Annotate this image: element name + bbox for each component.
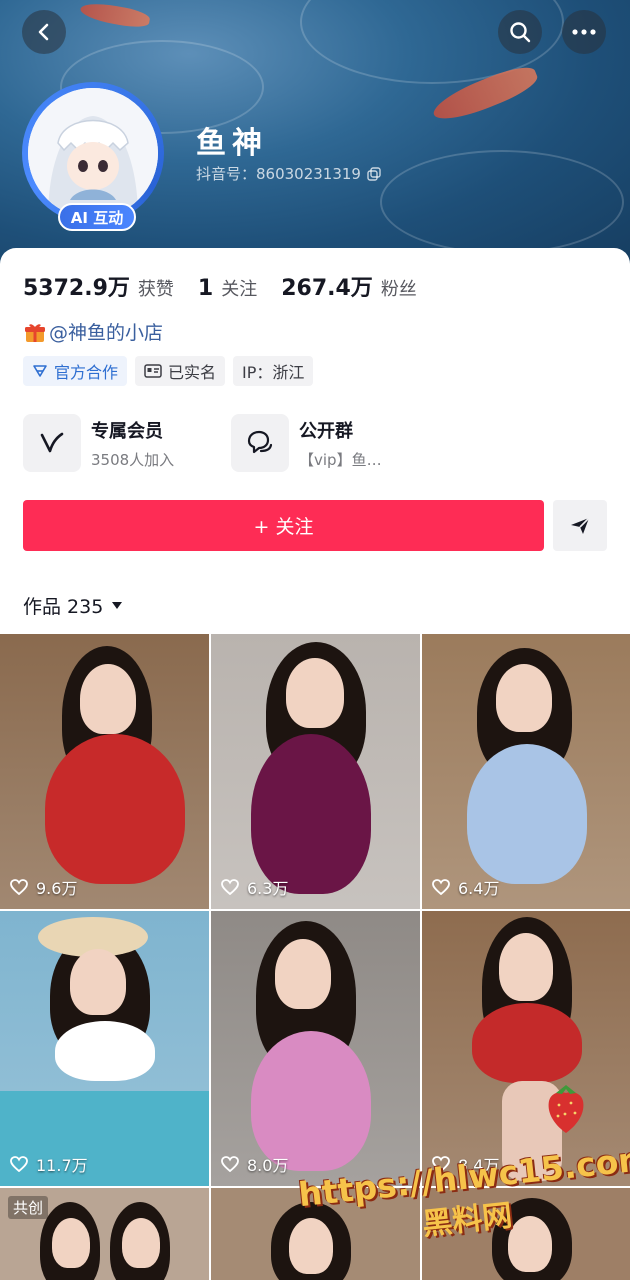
tag-verified-name[interactable]: 已实名 xyxy=(135,356,226,386)
followers-label[interactable]: 粉丝 xyxy=(381,275,417,301)
douyin-id[interactable]: 抖音号：86030231319 xyxy=(196,163,381,184)
id-card-icon xyxy=(144,364,162,378)
membership-title: 专属会员 xyxy=(91,420,163,442)
vip-v-icon xyxy=(40,432,64,453)
search-button[interactable] xyxy=(498,10,542,54)
video-likes: 9.6万 xyxy=(10,875,77,899)
video-likes: 11.7万 xyxy=(10,1152,88,1176)
caret-down-icon xyxy=(112,602,123,609)
video-likes-count: 8.0万 xyxy=(247,1156,289,1175)
video-tile[interactable]: 6.4万 xyxy=(422,634,630,909)
tag-ip-location: IP：浙江 xyxy=(233,356,314,386)
partner-icon xyxy=(33,365,47,377)
video-likes-count: 6.4万 xyxy=(458,879,500,898)
group-chat-subtitle: 【vip】鱼… xyxy=(299,450,382,469)
water-ripple xyxy=(380,150,624,254)
heart-icon xyxy=(221,879,239,895)
profile-tags: 官方合作 已实名 IP：浙江 xyxy=(23,356,314,386)
membership-card[interactable]: 专属会员 3508人加入 xyxy=(23,414,174,472)
following-count[interactable]: 1 xyxy=(198,276,213,301)
video-tile[interactable]: 9.6万 xyxy=(0,634,209,909)
gift-icon xyxy=(25,323,45,342)
video-tile[interactable]: 共创 xyxy=(0,1188,209,1280)
heart-icon xyxy=(10,879,28,895)
works-tab[interactable]: 作品 235 xyxy=(23,592,123,619)
koi-fish xyxy=(78,0,152,30)
tag-label: 已实名 xyxy=(168,363,217,382)
profile-name: 鱼神 xyxy=(196,126,268,161)
followers-count[interactable]: 267.4万 xyxy=(281,270,373,302)
search-icon xyxy=(510,22,531,43)
more-dots-icon xyxy=(572,29,596,35)
membership-subtitle: 3508人加入 xyxy=(91,450,175,469)
video-likes-count: 11.7万 xyxy=(36,1156,88,1175)
heart-icon xyxy=(221,1156,239,1172)
more-button[interactable] xyxy=(562,10,606,54)
copy-icon[interactable] xyxy=(367,166,381,181)
tag-label: IP：浙江 xyxy=(242,363,305,382)
following-label[interactable]: 关注 xyxy=(221,275,257,301)
heart-icon xyxy=(10,1156,28,1172)
video-likes-count: 6.3万 xyxy=(247,879,289,898)
share-button[interactable] xyxy=(553,500,607,551)
shop-link[interactable]: @神鱼的小店 xyxy=(23,318,163,345)
heart-icon xyxy=(432,879,450,895)
send-arrow-icon xyxy=(571,516,590,534)
likes-label: 获赞 xyxy=(137,279,174,300)
co-creation-badge: 共创 xyxy=(8,1196,49,1219)
shop-link-text[interactable]: @神鱼的小店 xyxy=(49,318,163,345)
strawberry-icon xyxy=(548,1085,584,1133)
membership-icon-box xyxy=(23,414,81,472)
video-tile[interactable]: 8.0万 xyxy=(211,911,420,1186)
video-tile[interactable]: 6.3万 xyxy=(211,634,420,909)
video-likes-count: 9.6万 xyxy=(36,879,78,898)
works-label: 作品 235 xyxy=(23,596,104,618)
tag-official-partner[interactable]: 官方合作 xyxy=(23,356,128,386)
chat-bubbles-icon xyxy=(247,430,273,454)
video-likes: 8.0万 xyxy=(221,1152,288,1176)
video-tile[interactable]: 11.7万 xyxy=(0,911,209,1186)
ai-interaction-badge[interactable]: AI 互动 xyxy=(58,203,136,231)
likes-count[interactable]: 5372.9万 xyxy=(23,270,130,302)
video-likes: 6.4万 xyxy=(432,875,499,899)
group-chat-title: 公开群 xyxy=(299,420,353,442)
back-button[interactable] xyxy=(22,10,66,54)
tag-label: 官方合作 xyxy=(54,363,119,382)
follow-button[interactable]: + 关注 xyxy=(23,500,544,551)
avatar[interactable] xyxy=(28,88,158,218)
chevron-left-icon xyxy=(38,23,49,41)
group-chat-card[interactable]: 公开群 【vip】鱼… xyxy=(231,414,382,472)
douyin-id-text: 抖音号：86030231319 xyxy=(196,165,361,183)
profile-stats: 5372.9万 获赞 1 关注 267.4万 粉丝 xyxy=(23,270,441,302)
video-likes: 6.3万 xyxy=(221,875,288,899)
avatar-image xyxy=(28,88,158,218)
group-chat-icon-box xyxy=(231,414,289,472)
